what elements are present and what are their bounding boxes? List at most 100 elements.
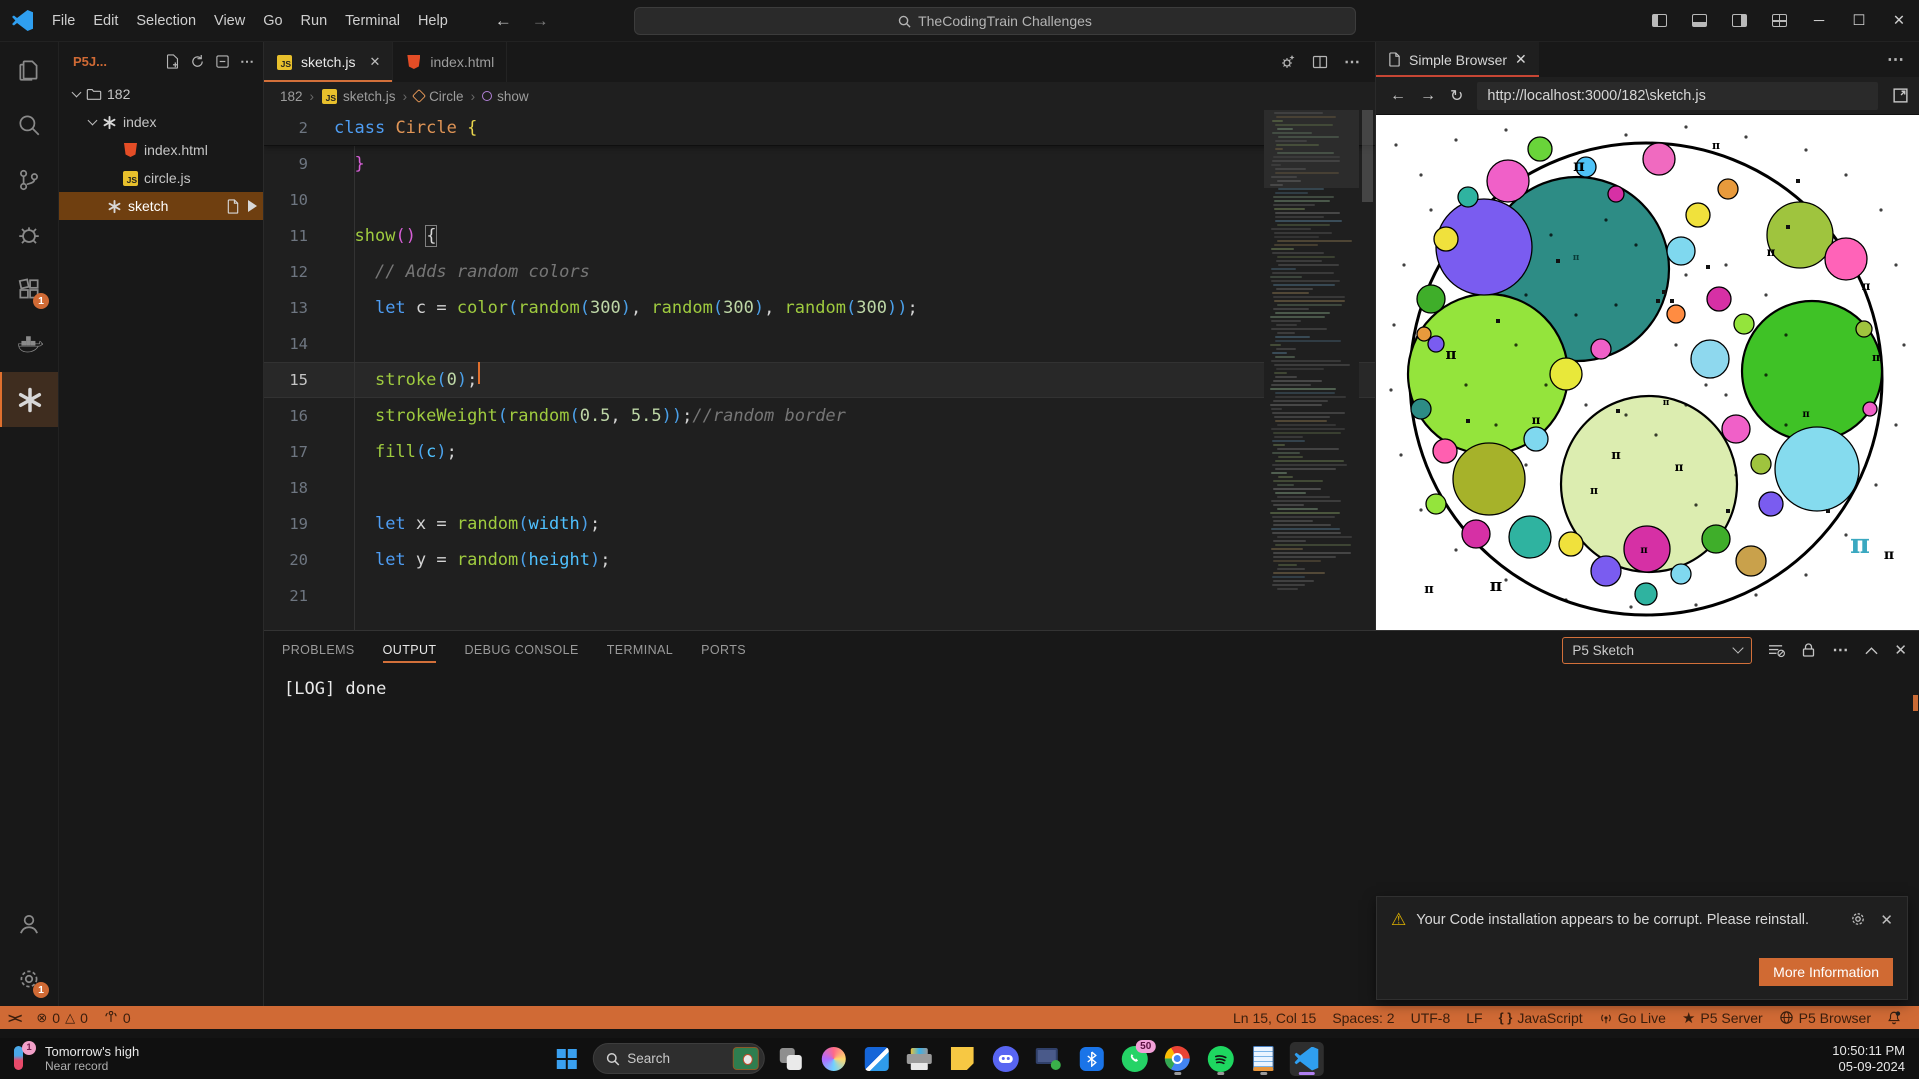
breadcrumb-show[interactable]: show xyxy=(482,89,529,104)
breadcrumb-182[interactable]: 182 xyxy=(280,89,303,104)
activity-p5-sketch[interactable] xyxy=(0,372,58,427)
sparkle-gear-icon[interactable] xyxy=(1280,54,1296,70)
create-sketch-file-icon[interactable] xyxy=(226,199,240,214)
activity-settings[interactable]: 1 xyxy=(0,951,58,1006)
tree-item-182[interactable]: 182 xyxy=(59,80,263,108)
taskbar-task-view-icon[interactable] xyxy=(773,1042,807,1076)
command-center-search[interactable]: TheCodingTrain Challenges xyxy=(634,7,1356,35)
more-actions-icon[interactable]: ⋯ xyxy=(240,53,255,70)
taskbar-copilot-icon[interactable] xyxy=(816,1042,850,1076)
output-channel-select[interactable]: P5 Sketch xyxy=(1562,637,1752,664)
minimize-button[interactable]: ─ xyxy=(1799,0,1839,41)
notification-close-icon[interactable]: ✕ xyxy=(1880,911,1893,929)
open-external-icon[interactable] xyxy=(1892,87,1909,104)
menu-selection[interactable]: Selection xyxy=(127,8,205,34)
taskbar-notepad-icon[interactable] xyxy=(1246,1042,1280,1076)
taskbar-whatsapp-icon[interactable]: 50 xyxy=(1117,1042,1151,1076)
panel-tab-ports[interactable]: PORTS xyxy=(701,631,746,669)
status-eol[interactable]: LF xyxy=(1458,1006,1490,1029)
split-editor-icon[interactable] xyxy=(1312,54,1328,70)
taskbar-spotify-icon[interactable] xyxy=(1203,1042,1237,1076)
toggle-panel-icon[interactable] xyxy=(1679,0,1719,41)
tab-sketch-js[interactable]: JSsketch.js✕ xyxy=(264,42,393,82)
close-button[interactable]: ✕ xyxy=(1879,0,1919,41)
close-panel-icon[interactable]: ✕ xyxy=(1894,641,1907,659)
collapse-folders-icon[interactable] xyxy=(215,53,230,70)
ports-status[interactable]: 0 xyxy=(96,1006,139,1029)
refresh-icon[interactable] xyxy=(190,53,205,70)
status-indentation[interactable]: Spaces: 2 xyxy=(1324,1006,1402,1029)
taskbar-start-icon[interactable] xyxy=(549,1042,583,1076)
browser-more-actions-icon[interactable]: ⋯ xyxy=(1887,42,1919,77)
tree-item-index[interactable]: index xyxy=(59,108,263,136)
taskbar-search-box[interactable]: Search xyxy=(592,1043,764,1074)
activity-debug[interactable] xyxy=(0,207,58,262)
maximize-panel-icon[interactable] xyxy=(1865,646,1878,655)
tab-index-html[interactable]: index.html xyxy=(393,42,507,82)
panel-more-actions-icon[interactable]: ⋯ xyxy=(1832,640,1849,660)
menu-view[interactable]: View xyxy=(205,8,254,34)
url-input[interactable]: http://localhost:3000/182\sketch.js xyxy=(1477,82,1878,110)
tree-item-sketch[interactable]: sketch xyxy=(59,192,263,220)
lock-scroll-icon[interactable] xyxy=(1801,642,1816,658)
more-information-button[interactable]: More Information xyxy=(1759,958,1893,986)
menu-terminal[interactable]: Terminal xyxy=(336,8,409,34)
taskbar-chrome-icon[interactable] xyxy=(1160,1042,1194,1076)
remote-indicator[interactable]: >< xyxy=(0,1006,28,1029)
menu-go[interactable]: Go xyxy=(254,8,291,34)
activity-docker[interactable] xyxy=(0,317,58,372)
taskbar-vscode-icon[interactable] xyxy=(1289,1042,1323,1076)
editor-scrollbar[interactable] xyxy=(1360,110,1375,630)
activity-extensions[interactable]: 1 xyxy=(0,262,58,317)
panel-tab-debug-console[interactable]: DEBUG CONSOLE xyxy=(464,631,578,669)
taskbar-sticky-notes-icon[interactable] xyxy=(945,1042,979,1076)
panel-tab-problems[interactable]: PROBLEMS xyxy=(282,631,355,669)
breadcrumb-Circle[interactable]: Circle xyxy=(414,89,464,104)
status-notifications[interactable] xyxy=(1879,1006,1909,1029)
history-forward-icon[interactable]: → xyxy=(532,11,549,31)
browser-tab-close-icon[interactable]: ✕ xyxy=(1515,51,1527,68)
browser-reload-icon[interactable]: ↻ xyxy=(1450,86,1463,106)
tab-close-icon[interactable]: ✕ xyxy=(369,54,380,70)
notification-settings-icon[interactable] xyxy=(1850,911,1866,929)
panel-tab-output[interactable]: OUTPUT xyxy=(383,631,437,669)
tree-item-index-html[interactable]: index.html xyxy=(59,136,263,164)
weather-widget[interactable]: 1 Tomorrow's high Near record xyxy=(0,1043,139,1075)
problems-status[interactable]: ⊗0△0 xyxy=(28,1006,96,1029)
status-cursor-position[interactable]: Ln 15, Col 15 xyxy=(1225,1006,1324,1029)
toggle-primary-sidebar-icon[interactable] xyxy=(1639,0,1679,41)
minimap[interactable] xyxy=(1264,110,1359,620)
browser-forward-icon[interactable]: → xyxy=(1420,87,1436,105)
status-language-mode[interactable]: { }JavaScript xyxy=(1491,1006,1591,1029)
customize-layout-icon[interactable] xyxy=(1759,0,1799,41)
taskbar-bluetooth-icon[interactable] xyxy=(1074,1042,1108,1076)
activity-search[interactable] xyxy=(0,97,58,152)
taskbar-remote-desktop-icon[interactable] xyxy=(1031,1042,1065,1076)
panel-scrollbar-thumb[interactable] xyxy=(1913,695,1918,711)
toggle-secondary-sidebar-icon[interactable] xyxy=(1719,0,1759,41)
breadcrumb-sketch-js[interactable]: JSsketch.js xyxy=(321,88,396,105)
taskbar-printer-icon[interactable] xyxy=(902,1042,936,1076)
activity-account[interactable] xyxy=(0,896,58,951)
editor-more-actions-icon[interactable]: ⋯ xyxy=(1344,52,1361,72)
status-go-live[interactable]: Go Live xyxy=(1591,1006,1674,1029)
history-back-icon[interactable]: ← xyxy=(495,11,512,31)
status-p5-server[interactable]: ★P5 Server xyxy=(1674,1006,1771,1029)
p5-sketch-canvas[interactable]: ππππππππππππππππππ xyxy=(1376,115,1919,630)
taskbar-clock[interactable]: 10:50:11 PM 05-09-2024 xyxy=(1832,1043,1919,1075)
simple-browser-tab[interactable]: Simple Browser ✕ xyxy=(1376,42,1539,77)
menu-help[interactable]: Help xyxy=(409,8,457,34)
menu-file[interactable]: File xyxy=(43,8,84,34)
code-editor[interactable]: 2class Circle { 9 }1011 show() {12 // Ad… xyxy=(264,110,1375,630)
maximize-button[interactable]: ☐ xyxy=(1839,0,1879,41)
menu-edit[interactable]: Edit xyxy=(84,8,127,34)
browser-back-icon[interactable]: ← xyxy=(1390,87,1406,105)
menu-run[interactable]: Run xyxy=(292,8,337,34)
new-file-icon[interactable] xyxy=(165,53,180,70)
panel-tab-terminal[interactable]: TERMINAL xyxy=(607,631,673,669)
tree-item-circle-js[interactable]: JScircle.js xyxy=(59,164,263,192)
taskbar-discord-icon[interactable] xyxy=(988,1042,1022,1076)
clear-output-icon[interactable] xyxy=(1768,643,1785,658)
status-encoding[interactable]: UTF-8 xyxy=(1403,1006,1459,1029)
activity-source-control[interactable] xyxy=(0,152,58,207)
